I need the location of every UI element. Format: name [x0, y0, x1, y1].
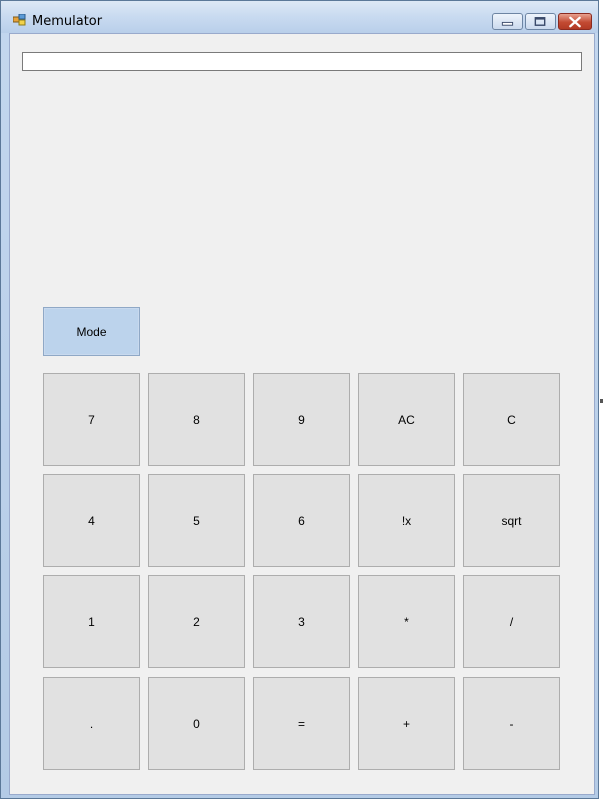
key-plus[interactable]: +	[358, 677, 455, 770]
key-factorial[interactable]: !x	[358, 474, 455, 567]
close-icon	[569, 16, 581, 28]
application-icon	[13, 14, 26, 26]
key-9[interactable]: 9	[253, 373, 350, 466]
display-textbox[interactable]	[22, 52, 582, 71]
key-2[interactable]: 2	[148, 575, 245, 668]
key-divide[interactable]: /	[463, 575, 560, 668]
mode-button[interactable]: Mode	[43, 307, 140, 356]
key-minus[interactable]: -	[463, 677, 560, 770]
key-5[interactable]: 5	[148, 474, 245, 567]
key-sqrt[interactable]: sqrt	[463, 474, 560, 567]
key-1[interactable]: 1	[43, 575, 140, 668]
key-clear[interactable]: C	[463, 373, 560, 466]
key-0[interactable]: 0	[148, 677, 245, 770]
key-6[interactable]: 6	[253, 474, 350, 567]
window-title: Memulator	[32, 14, 103, 29]
maximize-icon	[534, 17, 546, 26]
key-3[interactable]: 3	[253, 575, 350, 668]
key-4[interactable]: 4	[43, 474, 140, 567]
app-window: Memulator Mode 7 8 9 AC C 4 5 6 !x sqrt 1 2 3 * /. 0 = + -	[0, 0, 603, 799]
close-button[interactable]	[558, 13, 592, 30]
form-client-area: Mode 7 8 9 AC C 4 5 6 !x sqrt 1 2 3 * /. 0 = + -	[9, 33, 595, 795]
maximize-button[interactable]	[525, 13, 556, 30]
key-7[interactable]: 7	[43, 373, 140, 466]
key-equals[interactable]: =	[253, 677, 350, 770]
minimize-icon	[501, 21, 514, 26]
minimize-button[interactable]	[492, 13, 523, 30]
key-8[interactable]: 8	[148, 373, 245, 466]
key-decimal[interactable]: .	[43, 677, 140, 770]
title-bar[interactable]: Memulator	[1, 1, 598, 33]
key-all-clear[interactable]: AC	[358, 373, 455, 466]
key-multiply[interactable]: *	[358, 575, 455, 668]
